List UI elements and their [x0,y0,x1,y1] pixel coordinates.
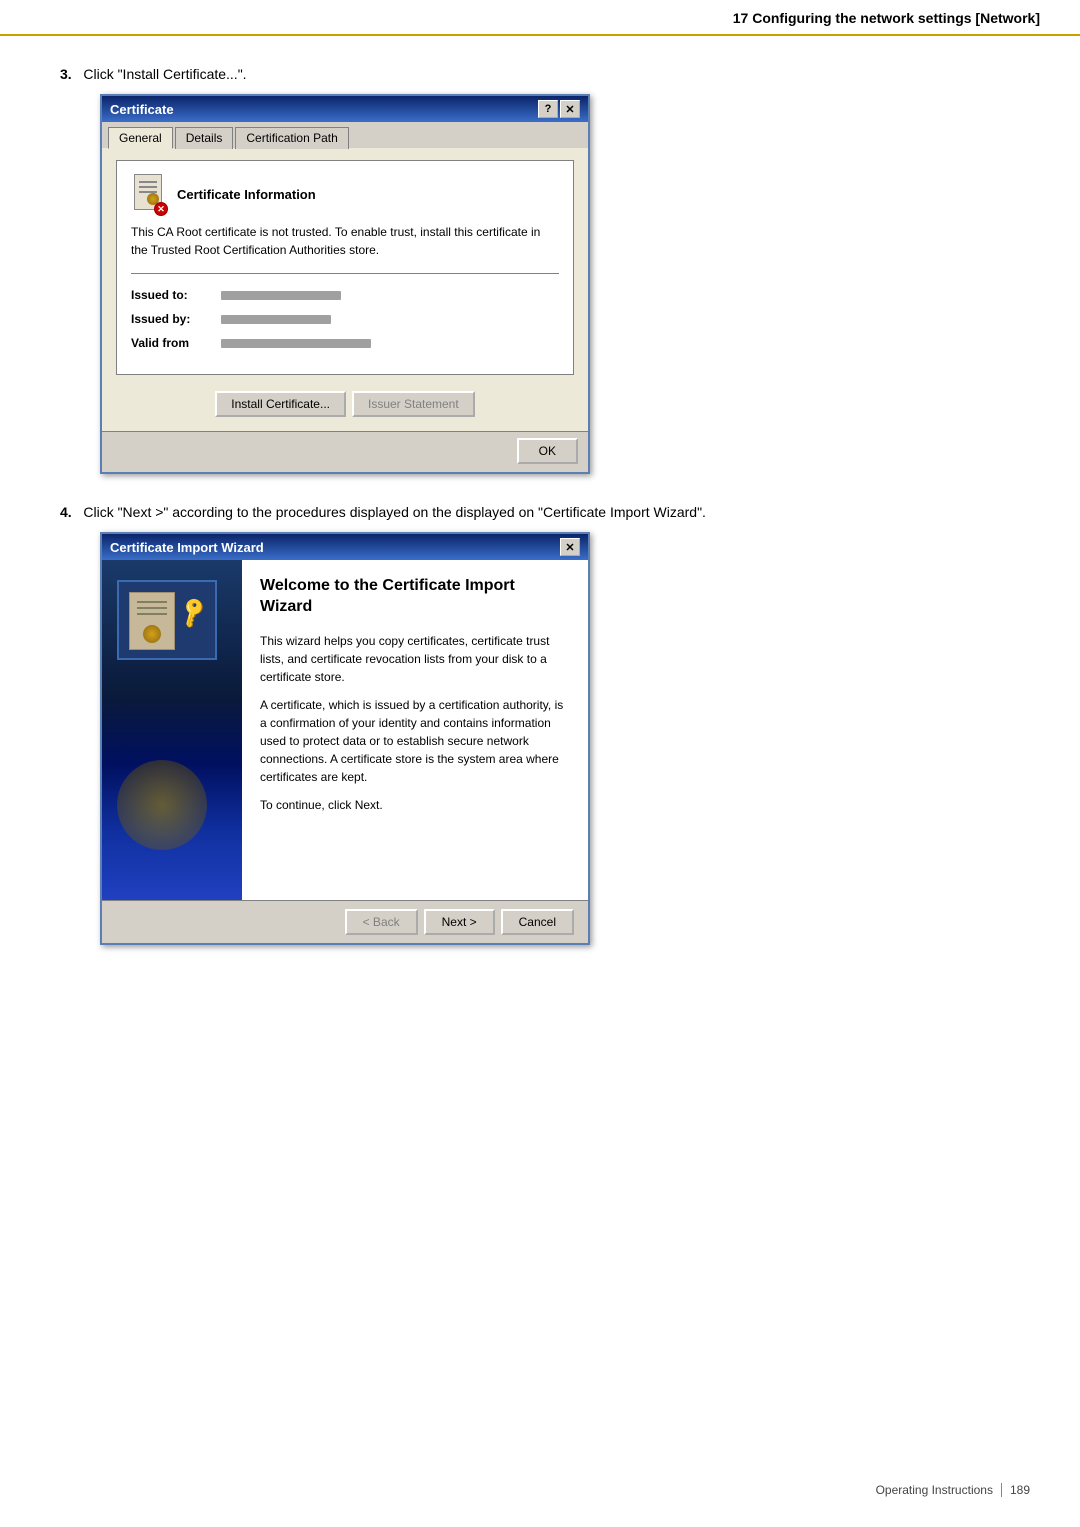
titlebar-controls: ? ✕ [538,100,580,118]
footer-sep [1001,1483,1002,1497]
issued-by-label: Issued by: [131,312,221,326]
wizard-para-2: A certificate, which is issued by a cert… [260,696,570,786]
wizard-heading: Welcome to the Certificate Import Wizard [260,576,570,618]
wizard-dialog: Certificate Import Wizard ✕ [100,532,590,945]
ok-button[interactable]: OK [517,438,578,464]
wizard-main: Welcome to the Certificate Import Wizard… [242,560,588,900]
issued-to-value [221,291,341,300]
step4-instruction: Click "Next >" according to the procedur… [83,504,706,520]
step3-label: 3. Click "Install Certificate...". [60,66,1020,82]
cert-info-title: Certificate Information [177,187,316,202]
cert-info-panel: ✕ Certificate Information This CA Root c… [116,160,574,375]
install-certificate-button[interactable]: Install Certificate... [215,391,346,417]
back-button[interactable]: < Back [345,909,418,935]
certificate-tabs: General Details Certification Path [102,122,588,148]
certificate-dialog-body: ✕ Certificate Information This CA Root c… [102,148,588,431]
cert-action-buttons: Install Certificate... Issuer Statement [116,385,574,419]
step3-number: 3. [60,66,72,82]
certificate-ok-row: OK [102,431,588,472]
certificate-dialog: Certificate ? ✕ General Details Certific… [100,94,590,474]
footer-page: 189 [1010,1483,1030,1497]
tab-general[interactable]: General [108,127,173,149]
cancel-button[interactable]: Cancel [501,909,574,935]
wizard-para-1: This wizard helps you copy certificates,… [260,632,570,686]
close-button[interactable]: ✕ [560,100,580,118]
cert-error-badge: ✕ [154,202,168,216]
issued-by-value [221,315,331,324]
wizard-titlebar: Certificate Import Wizard ✕ [102,534,588,560]
footer-label: Operating Instructions [876,1483,993,1497]
step4-number: 4. [60,504,72,520]
valid-from-value [221,339,371,348]
issued-to-label: Issued to: [131,288,221,302]
step3-instruction: Click "Install Certificate...". [83,66,246,82]
tab-details[interactable]: Details [175,127,234,149]
wizard-content: 🔑 Welcome to the Certificate Import Wiza… [102,560,588,900]
issuer-statement-button[interactable]: Issuer Statement [352,391,475,417]
page-header: 17 Configuring the network settings [Net… [0,0,1080,36]
wizard-illustration: 🔑 [117,580,227,670]
certificate-dialog-titlebar: Certificate ? ✕ [102,96,588,122]
wizard-close-button[interactable]: ✕ [560,538,580,556]
step4: 4. Click "Next >" according to the proce… [60,504,1020,945]
wizard-sidebar: 🔑 [102,560,242,900]
cert-issued-by-field: Issued by: [131,312,559,326]
certificate-dialog-title: Certificate [110,102,174,117]
cert-info-header: ✕ Certificate Information [131,175,559,213]
tab-certification-path[interactable]: Certification Path [235,127,348,149]
header-title: 17 Configuring the network settings [Net… [733,10,1040,26]
wizard-footer: < Back Next > Cancel [102,900,588,943]
page-footer: Operating Instructions 189 [876,1483,1030,1497]
cert-valid-from-field: Valid from [131,336,559,350]
valid-from-label: Valid from [131,336,221,350]
wizard-circle-decor [117,760,207,850]
help-button[interactable]: ? [538,100,558,118]
wizard-title: Certificate Import Wizard [110,540,264,555]
step4-label: 4. Click "Next >" according to the proce… [60,504,1020,520]
cert-warning-text: This CA Root certificate is not trusted.… [131,223,559,259]
cert-icon-container: ✕ [131,175,169,213]
step3: 3. Click "Install Certificate...". Certi… [60,66,1020,474]
cert-issued-to-field: Issued to: [131,288,559,302]
wizard-body: 🔑 Welcome to the Certificate Import Wiza… [102,560,588,943]
page-content: 3. Click "Install Certificate...". Certi… [0,36,1080,1015]
cert-divider [131,273,559,274]
wizard-para-3: To continue, click Next. [260,796,570,814]
next-button[interactable]: Next > [424,909,495,935]
